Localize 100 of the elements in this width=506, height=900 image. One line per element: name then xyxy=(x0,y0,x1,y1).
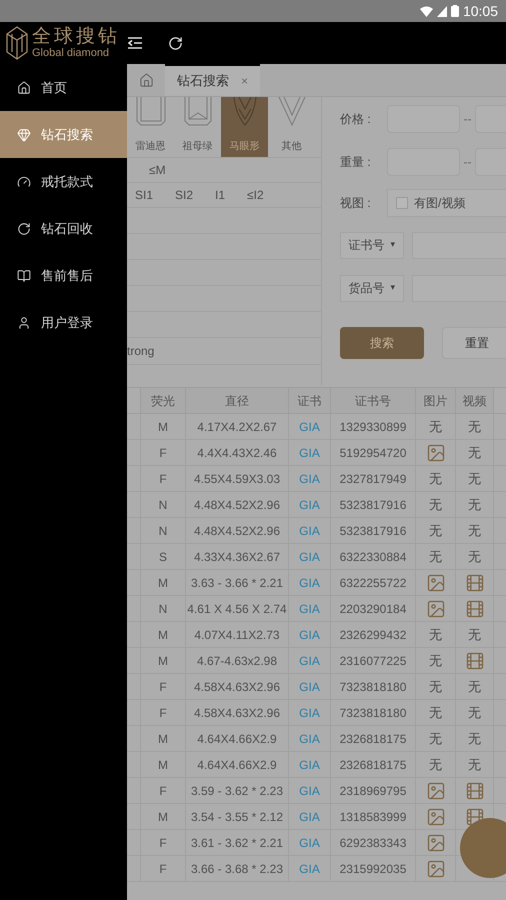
table-cell-text: M xyxy=(158,756,168,774)
table-cell-text: 2326818175 xyxy=(340,756,406,774)
table-cell[interactable]: GIA xyxy=(299,444,320,462)
table-cell-text: M xyxy=(158,652,168,670)
checkbox[interactable] xyxy=(396,197,408,209)
table-cell-text: 4.48X4.52X2.96 xyxy=(194,522,280,540)
none-text: 无 xyxy=(468,496,481,514)
table-cell-text: 5192954720 xyxy=(340,444,406,462)
column-header: 荧光 xyxy=(140,388,185,413)
image-icon[interactable] xyxy=(426,858,446,878)
table-cell-text: 4.61 X 4.56 X 2.74 xyxy=(187,600,287,618)
home-icon xyxy=(17,80,31,94)
table-cell-text: F xyxy=(159,782,167,800)
clarity-option[interactable]: ≤I2 xyxy=(247,186,264,204)
video-icon[interactable] xyxy=(464,572,484,592)
reset-button[interactable]: 重置 xyxy=(442,327,506,359)
table-cell-text: 4.07X4.11X2.73 xyxy=(194,626,280,644)
table-cell[interactable]: GIA xyxy=(299,626,320,644)
table-cell-text: 2316077225 xyxy=(340,652,406,670)
image-icon[interactable] xyxy=(426,832,446,852)
table-cell[interactable]: GIA xyxy=(299,860,320,878)
logo-subtitle: Global diamond xyxy=(32,48,110,59)
table-cell-text: 3.61 - 3.62 * 2.21 xyxy=(190,834,284,852)
table-cell-text: 1318583999 xyxy=(340,808,406,826)
table-cell[interactable]: GIA xyxy=(299,574,320,592)
none-text: 无 xyxy=(468,678,481,696)
shape-option[interactable]: 马眼形 xyxy=(221,97,268,157)
none-text: 无 xyxy=(468,522,481,540)
clarity-option[interactable]: SI1 xyxy=(135,186,154,204)
table-cell[interactable]: GIA xyxy=(299,678,320,696)
shape-option[interactable]: 其他 xyxy=(268,97,315,157)
none-text: 无 xyxy=(429,548,442,566)
table-cell[interactable]: GIA xyxy=(299,756,320,774)
table-cell[interactable]: GIA xyxy=(299,834,320,852)
table-cell-text: 2326299432 xyxy=(340,626,406,644)
sidebar-item[interactable]: 钻石搜索 xyxy=(0,111,127,158)
shape-option[interactable]: 雷迪恩 xyxy=(127,97,174,157)
menu-collapse-icon[interactable] xyxy=(128,37,142,49)
type-select[interactable]: 证书号 ▾ xyxy=(340,232,404,258)
table-cell[interactable]: GIA xyxy=(299,522,320,540)
table-cell[interactable]: GIA xyxy=(299,652,320,670)
column-header: 证书号 xyxy=(330,388,415,413)
none-text: 无 xyxy=(468,756,481,774)
wifi-icon xyxy=(420,6,433,16)
table-cell[interactable]: GIA xyxy=(299,730,320,748)
option-text[interactable]: trong xyxy=(127,342,154,360)
table-cell[interactable]: GIA xyxy=(299,548,320,566)
image-icon[interactable] xyxy=(426,780,446,800)
image-icon[interactable] xyxy=(426,572,446,592)
video-icon[interactable] xyxy=(464,598,484,618)
table-cell[interactable]: GIA xyxy=(299,808,320,826)
signal-icon xyxy=(436,6,447,16)
table-cell[interactable]: GIA xyxy=(299,600,320,618)
page-tab[interactable]: 钻石搜索 × xyxy=(165,64,260,96)
floating-action-button[interactable] xyxy=(460,818,506,878)
video-icon[interactable] xyxy=(464,780,484,800)
table-cell[interactable]: GIA xyxy=(299,496,320,514)
refresh-icon[interactable] xyxy=(168,36,183,50)
clarity-option[interactable]: ≤M xyxy=(149,161,166,179)
table-cell[interactable]: GIA xyxy=(299,418,320,436)
media-checkbox-field[interactable]: 有图/视频 xyxy=(387,189,506,217)
search-button[interactable]: 搜索 xyxy=(340,327,424,359)
gauge-icon xyxy=(17,174,31,188)
table-cell-text: M xyxy=(158,626,168,644)
table-cell-text: F xyxy=(159,704,167,722)
none-text: 无 xyxy=(429,496,442,514)
table-cell-text: 4.64X4.66X2.9 xyxy=(197,730,277,748)
checkbox-label: 有图/视频 xyxy=(414,195,466,212)
table-cell-text: 4.58X4.63X2.96 xyxy=(194,704,280,722)
image-icon[interactable] xyxy=(426,442,446,462)
table-cell-text: 2327817949 xyxy=(340,470,406,488)
table-cell-text: 5323817916 xyxy=(340,496,406,514)
clock-time: 10:05 xyxy=(462,2,498,20)
table-cell-text: 2315992035 xyxy=(340,860,406,878)
type-select[interactable]: 货品号 ▾ xyxy=(340,274,404,302)
sidebar-item[interactable]: 首页 xyxy=(0,64,127,111)
table-cell[interactable]: GIA xyxy=(299,470,320,488)
clarity-option[interactable]: I1 xyxy=(215,186,226,204)
image-icon[interactable] xyxy=(426,806,446,826)
table-cell-text: F xyxy=(159,444,167,462)
sidebar-item[interactable]: 钻石回收 xyxy=(0,205,127,252)
shape-option[interactable]: 祖母绿 xyxy=(174,97,221,157)
sidebar-item[interactable]: 售前售后 xyxy=(0,252,127,299)
video-icon[interactable] xyxy=(464,806,484,826)
none-text: 无 xyxy=(429,470,442,488)
table-cell[interactable]: GIA xyxy=(299,782,320,800)
table-cell-text: 5323817916 xyxy=(340,522,406,540)
close-icon[interactable]: × xyxy=(240,72,248,90)
sidebar-item[interactable]: 用户登录 xyxy=(0,299,127,346)
image-icon[interactable] xyxy=(426,598,446,618)
sidebar-item[interactable]: 戒托款式 xyxy=(0,158,127,205)
clarity-option[interactable]: SI2 xyxy=(175,186,194,204)
field-label: 重量 : xyxy=(340,154,372,171)
table-cell-text: 1329330899 xyxy=(340,418,406,436)
table-cell-text: M xyxy=(158,418,168,436)
video-icon[interactable] xyxy=(464,650,484,670)
none-text: 无 xyxy=(468,704,481,722)
gem-icon xyxy=(17,128,31,142)
table-cell[interactable]: GIA xyxy=(299,704,320,722)
table-cell-text: 2326818175 xyxy=(340,730,406,748)
